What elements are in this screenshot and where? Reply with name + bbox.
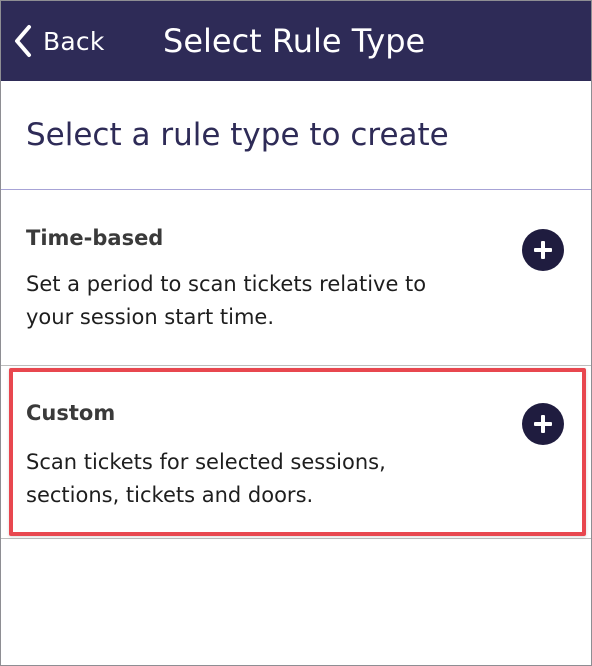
section-heading: Select a rule type to create [26, 117, 449, 153]
screen: Back Select Rule Type Select a rule type… [0, 0, 592, 666]
chevron-left-icon [15, 25, 31, 57]
rule-type-description: Scan tickets for selected sessions, sect… [26, 450, 386, 507]
rule-type-description: Set a period to scan tickets relative to… [26, 272, 427, 329]
navigation-bar: Back Select Rule Type [1, 1, 591, 81]
add-custom-button[interactable] [522, 403, 564, 445]
rule-type-title: Time-based [26, 226, 164, 250]
divider [1, 538, 591, 539]
add-time-based-button[interactable] [522, 229, 564, 271]
rule-type-time-based[interactable]: Time-based Set a period to scan tickets … [1, 190, 591, 365]
back-button[interactable]: Back [13, 1, 105, 81]
back-label: Back [43, 26, 105, 56]
rule-type-custom[interactable]: Custom Scan tickets for selected session… [1, 366, 591, 538]
rule-type-title: Custom [26, 401, 116, 425]
page-title: Select Rule Type [163, 22, 426, 60]
